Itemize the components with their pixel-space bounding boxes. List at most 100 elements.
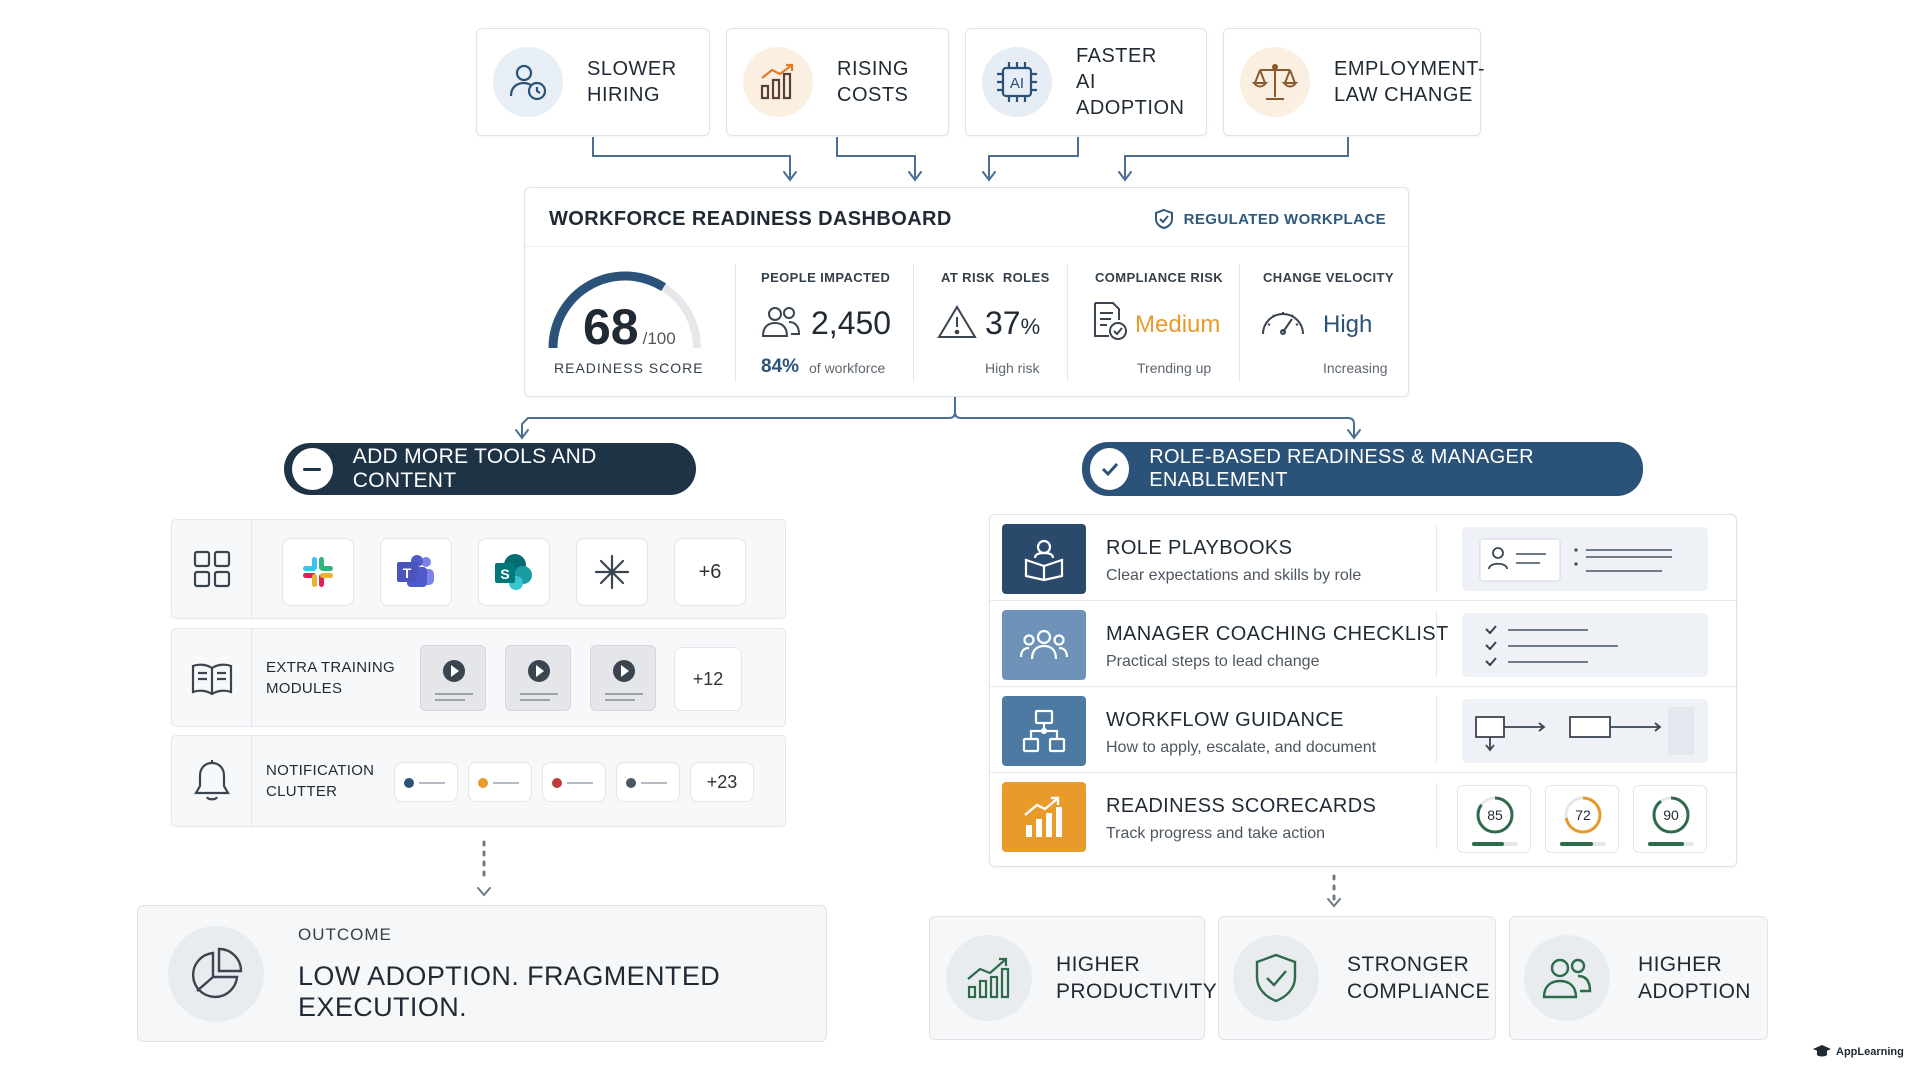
at-risk-roles-heading: AT RISK ROLES [941, 270, 1050, 285]
bar-chart-up-icon [743, 47, 813, 117]
document-check-icon [1094, 302, 1127, 340]
notification-chip-2[interactable] [468, 762, 532, 802]
notification-chip-4[interactable] [616, 762, 680, 802]
outcome-stronger-compliance: STRONGER COMPLIANCE [1218, 916, 1496, 1040]
notification-chip-1[interactable] [394, 762, 458, 802]
svg-text:90: 90 [1663, 807, 1679, 823]
growth-chart-icon [946, 935, 1032, 1021]
flow-preview [1462, 699, 1708, 763]
driver-employment-law-change: EMPLOYMENT- LAW CHANGE [1223, 28, 1485, 136]
outcome-label: HIGHER PRODUCTIVITY [1056, 953, 1218, 1003]
svg-text:AI: AI [1010, 75, 1024, 92]
at-risk-roles-sub: High risk [985, 360, 1040, 376]
more-notifications-button[interactable]: +23 [690, 762, 754, 802]
manager-coaching-title: MANAGER COACHING CHECKLIST [1106, 623, 1449, 645]
regulated-workplace-badge: REGULATED WORKPLACE [1154, 208, 1386, 230]
workflow-guidance-row[interactable]: WORKFLOW GUIDANCE How to apply, escalate… [990, 687, 1738, 773]
role-playbooks-sub: Clear expectations and skills by role [1106, 567, 1362, 584]
driver-rising-costs: RISING COSTS [726, 28, 949, 136]
svg-text:T: T [403, 565, 412, 581]
ai-chip-icon: AI [982, 47, 1052, 117]
workflow-icon [1002, 696, 1086, 766]
graduation-cap-icon [1813, 1045, 1831, 1057]
people-icon [761, 307, 801, 337]
compliance-risk-heading: COMPLIANCE RISK [1095, 270, 1224, 285]
notification-chip-3[interactable] [542, 762, 606, 802]
shield-check-icon [1233, 935, 1319, 1021]
manager-coaching-sub: Practical steps to lead change [1106, 653, 1320, 670]
score-max: /100 [642, 329, 676, 348]
role-playbooks-title: ROLE PLAYBOOKS [1106, 537, 1293, 559]
svg-text:72: 72 [1575, 807, 1591, 823]
scorecard-3[interactable]: 90 [1633, 785, 1707, 853]
scales-icon [1240, 47, 1310, 117]
score-value: 68 [583, 299, 639, 355]
outcome-label: STRONGER COMPLIANCE [1347, 953, 1490, 1003]
training-label: EXTRA TRAINING MODULES [266, 659, 395, 697]
readiness-scorecards-row[interactable]: READINESS SCORECARDS Track progress and … [990, 773, 1738, 859]
rising-chart-icon [1002, 782, 1086, 852]
pie-chart-icon [168, 925, 264, 1022]
notification-row: NOTIFICATION CLUTTER +23 [171, 735, 786, 827]
applearning-logo: AppLearning [1812, 1044, 1904, 1060]
people-impacted-sub: of workforce [809, 360, 886, 376]
change-velocity-heading: CHANGE VELOCITY [1263, 270, 1394, 285]
outcome-higher-adoption: HIGHER ADOPTION [1509, 916, 1768, 1040]
outcome-text: LOW ADOPTION. FRAGMENTED EXECUTION. [298, 960, 721, 1022]
teams-icon[interactable]: T [380, 538, 452, 606]
readiness-scorecards-title: READINESS SCORECARDS [1106, 795, 1377, 817]
more-training-button[interactable]: +12 [674, 647, 742, 711]
scorecard-1[interactable]: 85 [1457, 785, 1531, 853]
driver-label: FASTER AI ADOPTION [1076, 45, 1185, 119]
scorecard-2[interactable]: 72 [1545, 785, 1619, 853]
workflow-guidance-sub: How to apply, escalate, and document [1106, 739, 1377, 756]
driver-label: SLOWER HIRING [587, 58, 677, 106]
profile-card-preview [1462, 527, 1708, 591]
slack-icon[interactable] [282, 538, 354, 606]
manager-coaching-row[interactable]: MANAGER COACHING CHECKLIST Practical ste… [990, 601, 1738, 687]
shield-check-icon [1154, 208, 1173, 230]
user-clock-icon [493, 47, 563, 117]
workforce-readiness-dashboard: WORKFORCE READINESS DASHBOARD REGULATED … [524, 187, 1410, 397]
workflow-guidance-title: WORKFLOW GUIDANCE [1106, 709, 1344, 731]
more-tools-button[interactable]: +6 [674, 538, 746, 606]
dashboard-title: WORKFORCE READINESS DASHBOARD [549, 208, 952, 230]
outcome-heading: OUTCOME [298, 924, 392, 944]
driver-label: EMPLOYMENT- LAW CHANGE [1334, 58, 1486, 106]
score-label: READINESS SCORE [554, 360, 704, 376]
warning-icon [937, 305, 977, 338]
notification-label: NOTIFICATION CLUTTER [266, 762, 375, 800]
change-velocity-sub: Increasing [1323, 360, 1388, 376]
change-velocity-value: High [1323, 311, 1373, 338]
compliance-risk-value: Medium [1135, 311, 1221, 338]
speedometer-icon [1262, 312, 1304, 335]
people-impacted-heading: PEOPLE IMPACTED [761, 270, 891, 285]
role-playbooks-row[interactable]: ROLE PLAYBOOKS Clear expectations and sk… [990, 515, 1738, 601]
svg-text:85: 85 [1487, 807, 1503, 823]
training-video-1[interactable] [420, 645, 486, 711]
bell-icon [172, 736, 252, 826]
svg-text:S: S [500, 566, 509, 582]
apps-grid-icon [172, 520, 252, 618]
check-icon [1090, 448, 1130, 490]
training-video-3[interactable] [590, 645, 656, 711]
people-impacted-percent: 84% [761, 356, 800, 377]
role-based-readiness-pill: ROLE-BASED READINESS & MANAGER ENABLEMEN… [1082, 442, 1643, 496]
minus-icon [292, 448, 333, 490]
add-more-tools-pill: ADD MORE TOOLS AND CONTENT [284, 443, 696, 495]
readiness-score: 68 /100 [583, 298, 676, 356]
training-row: EXTRA TRAINING MODULES +12 [171, 628, 786, 727]
users-icon [1524, 935, 1610, 1021]
sharepoint-icon[interactable]: S [478, 538, 550, 606]
readiness-scorecards-sub: Track progress and take action [1106, 825, 1326, 842]
training-video-2[interactable] [505, 645, 571, 711]
asterisk-tool-icon[interactable] [576, 538, 648, 606]
outcome-label: HIGHER ADOPTION [1638, 953, 1751, 1003]
outcome-higher-productivity: HIGHER PRODUCTIVITY [929, 916, 1217, 1040]
driver-label: RISING COSTS [837, 58, 909, 106]
driver-slower-hiring: SLOWER HIRING [476, 28, 710, 136]
left-outcome-card: OUTCOME LOW ADOPTION. FRAGMENTED EXECUTI… [137, 905, 827, 1042]
playbook-reader-icon [1002, 524, 1086, 594]
driver-faster-ai-adoption: AI FASTER AI ADOPTION [965, 28, 1207, 136]
compliance-risk-sub: Trending up [1137, 360, 1212, 376]
